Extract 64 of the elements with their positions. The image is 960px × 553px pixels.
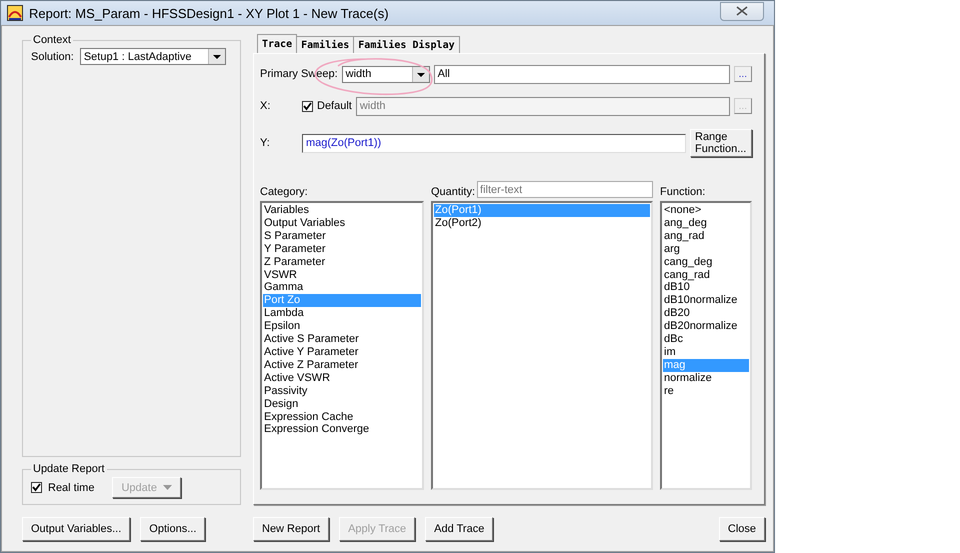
list-item[interactable]: Zo(Port2) xyxy=(434,216,650,230)
list-item[interactable]: Gamma xyxy=(263,281,421,294)
dialog-button[interactable]: Options... xyxy=(140,517,206,541)
list-label: Function: xyxy=(660,186,706,198)
list-item[interactable]: Expression Converge xyxy=(263,423,421,436)
caret-icon xyxy=(162,484,172,490)
list-item[interactable]: Active Y Parameter xyxy=(263,346,421,359)
list-item[interactable]: cang_rad xyxy=(663,268,749,282)
list-item[interactable]: dB10 xyxy=(663,281,749,294)
y-expression-field[interactable]: mag(Zo(Port1)) xyxy=(302,134,686,152)
close-icon[interactable] xyxy=(720,2,764,20)
tab[interactable]: Families Display xyxy=(353,36,460,53)
group-title: Update Report xyxy=(32,463,106,475)
list-item[interactable]: Active VSWR xyxy=(263,372,421,385)
list-item[interactable]: Expression Cache xyxy=(263,410,421,424)
group-title: Context xyxy=(32,34,72,46)
list-item[interactable]: Y Parameter xyxy=(263,242,421,256)
app-icon xyxy=(7,5,23,21)
list-item[interactable]: S Parameter xyxy=(263,230,421,243)
list-item[interactable]: arg xyxy=(663,242,749,256)
list-item[interactable]: dB20normalize xyxy=(663,320,749,334)
list-item[interactable]: <none> xyxy=(663,204,749,217)
dialog-button[interactable]: Output Variables... xyxy=(22,517,130,541)
range-field[interactable]: All xyxy=(434,64,730,84)
list-item[interactable]: Lambda xyxy=(263,307,421,320)
checkbox-label: Real time xyxy=(48,482,94,494)
list-item[interactable]: Active S Parameter xyxy=(263,333,421,346)
list-item[interactable]: re xyxy=(663,384,749,398)
list-item[interactable]: normalize xyxy=(663,372,749,385)
list-item[interactable]: Passivity xyxy=(263,384,421,398)
list-item[interactable]: dB20 xyxy=(663,307,749,320)
list-label: Category: xyxy=(260,186,308,198)
list-item[interactable]: cang_deg xyxy=(663,256,749,269)
dialog-button[interactable]: Add Trace xyxy=(425,517,494,541)
list-label: Quantity: xyxy=(431,186,476,198)
x-field[interactable]: width xyxy=(356,96,730,116)
list-item[interactable]: im xyxy=(663,346,749,359)
tab[interactable]: Trace xyxy=(257,34,298,53)
list-item[interactable]: Output Variables xyxy=(263,216,421,230)
filter-field[interactable]: filter-text xyxy=(477,181,653,198)
list-item[interactable]: Active Z Parameter xyxy=(263,358,421,372)
list-item[interactable]: VSWR xyxy=(263,268,421,282)
checkbox[interactable] xyxy=(302,100,313,112)
range-function-button[interactable]: Range Function... xyxy=(690,129,752,157)
list-item[interactable]: Epsilon xyxy=(263,320,421,334)
list-item[interactable]: Variables xyxy=(263,204,421,217)
list-item[interactable]: dB10normalize xyxy=(663,294,749,308)
checkbox-label: Default xyxy=(317,100,352,112)
browse-button[interactable]: ... xyxy=(734,66,752,82)
solution-dropdown[interactable]: Setup1 : LastAdaptive xyxy=(80,48,226,65)
close-button[interactable]: Close xyxy=(718,517,765,541)
solution-label: Solution: xyxy=(31,50,74,62)
list-item[interactable]: ang_deg xyxy=(663,216,749,230)
field-label: Y: xyxy=(260,137,271,149)
checkbox[interactable] xyxy=(31,482,42,493)
sweep-dropdown[interactable]: width xyxy=(342,66,430,82)
dialog-button[interactable]: New Report xyxy=(253,517,330,541)
list-item[interactable]: ang_rad xyxy=(663,230,749,243)
window-title: Report: MS_Param - HFSSDesign1 - XY Plot 1 - New Trace(s) xyxy=(29,6,390,20)
list-item[interactable]: Z Parameter xyxy=(263,256,421,269)
field-label: X: xyxy=(260,100,272,112)
list-item[interactable]: dBc xyxy=(663,333,749,346)
field-label: Primary Sweep: xyxy=(260,68,338,80)
list-item[interactable]: Design xyxy=(263,398,421,410)
